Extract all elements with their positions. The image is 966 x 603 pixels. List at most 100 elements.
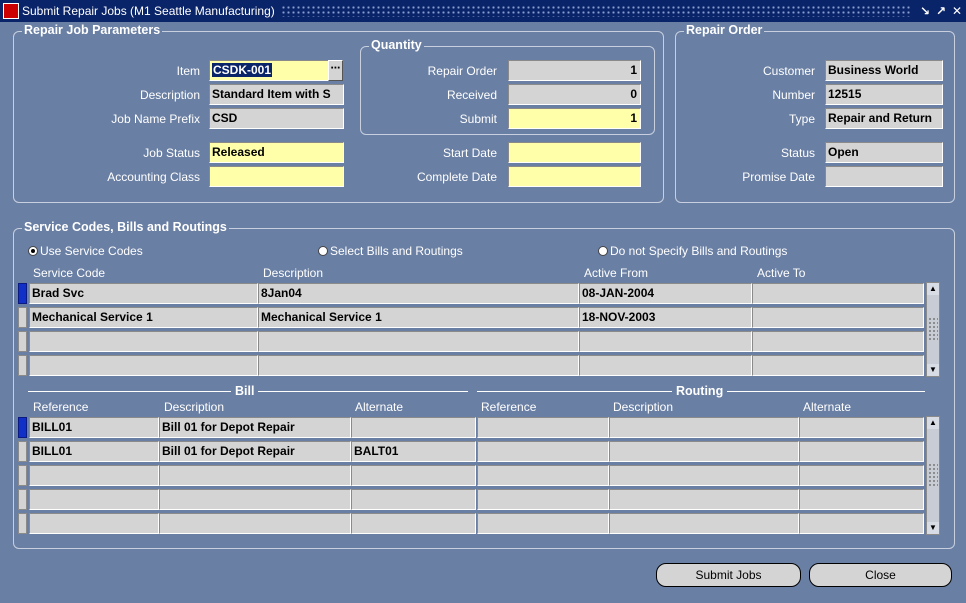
received-qty-field[interactable]: 0 (508, 84, 641, 105)
routing-alternate-cell[interactable] (799, 489, 924, 510)
bills-vertical-scrollbar[interactable]: ▲ ▼ (926, 416, 940, 535)
bill-reference-cell[interactable] (29, 513, 159, 534)
bill-description-cell[interactable] (159, 513, 351, 534)
scroll-thumb[interactable] (928, 463, 938, 487)
bill-alternate-cell[interactable] (351, 513, 476, 534)
bill-alternate-cell[interactable] (351, 489, 476, 510)
routing-alternate-cell[interactable] (799, 441, 924, 462)
radio-do-not-specify[interactable]: Do not Specify Bills and Routings (598, 244, 787, 258)
bill-reference-cell[interactable]: BILL01 (29, 417, 159, 438)
ro-status-field[interactable]: Open (825, 142, 943, 163)
active-from-cell[interactable]: 18-NOV-2003 (579, 307, 752, 328)
routing-description-cell[interactable] (609, 465, 799, 486)
scroll-up-icon[interactable]: ▲ (927, 417, 939, 429)
row-selector[interactable] (18, 465, 27, 486)
row-selector[interactable] (18, 513, 27, 534)
radio-select-bills[interactable]: Select Bills and Routings (318, 244, 463, 258)
routing-reference-cell[interactable] (477, 513, 609, 534)
service-vertical-scrollbar[interactable]: ▲ ▼ (926, 282, 940, 377)
radio-dot-icon (598, 246, 608, 256)
received-qty-label: Received (446, 88, 497, 102)
item-lov-button[interactable]: ⋯ (328, 60, 343, 81)
accounting-class-field[interactable] (209, 166, 344, 187)
bill-description-cell[interactable]: Bill 01 for Depot Repair (159, 441, 351, 462)
bill-description-cell[interactable]: Bill 01 for Depot Repair (159, 417, 351, 438)
minimize-icon[interactable]: ↘ (918, 4, 932, 18)
row-selector[interactable] (18, 417, 27, 438)
row-selector[interactable] (18, 307, 27, 328)
bill-alternate-cell[interactable]: BALT01 (351, 441, 476, 462)
bill-description-cell[interactable] (159, 465, 351, 486)
routing-reference-cell[interactable] (477, 465, 609, 486)
scroll-up-icon[interactable]: ▲ (927, 283, 939, 295)
job-status-field[interactable]: Released (209, 142, 344, 163)
oracle-app-icon (3, 3, 19, 19)
radio-use-label: Use Service Codes (40, 244, 143, 258)
bill-reference-cell[interactable] (29, 489, 159, 510)
item-value: CSDK-001 (212, 63, 273, 77)
submit-jobs-button[interactable]: Submit Jobs (656, 563, 801, 587)
service-code-cell[interactable]: Brad Svc (29, 283, 258, 304)
routing-reference-cell[interactable] (477, 417, 609, 438)
routing-reference-cell[interactable] (477, 441, 609, 462)
routing-alternate-cell[interactable] (799, 513, 924, 534)
scroll-thumb[interactable] (928, 317, 938, 341)
bill-alternate-cell[interactable] (351, 465, 476, 486)
row-selector[interactable] (18, 441, 27, 462)
complete-date-field[interactable] (508, 166, 641, 187)
routing-description-cell[interactable] (609, 513, 799, 534)
service-group-title: Service Codes, Bills and Routings (22, 220, 229, 234)
routing-alternate-cell[interactable] (799, 465, 924, 486)
submit-qty-label: Submit (459, 112, 497, 126)
active-to-cell[interactable] (752, 331, 924, 352)
row-selector[interactable] (18, 283, 27, 304)
service-code-cell[interactable]: Mechanical Service 1 (29, 307, 258, 328)
routing-reference-cell[interactable] (477, 489, 609, 510)
routing-description-cell[interactable] (609, 489, 799, 510)
type-field[interactable]: Repair and Return (825, 108, 943, 129)
job-name-prefix-label: Job Name Prefix (111, 112, 200, 126)
routing-description-cell[interactable] (609, 417, 799, 438)
maximize-icon[interactable]: ↗ (934, 4, 948, 18)
description-cell[interactable] (258, 331, 579, 352)
active-to-cell[interactable] (752, 307, 924, 328)
bill-reference-cell[interactable] (29, 465, 159, 486)
customer-field[interactable]: Business World (825, 60, 943, 81)
routing-description-cell[interactable] (609, 441, 799, 462)
row-selector[interactable] (18, 355, 27, 376)
repair-order-qty-field[interactable]: 1 (508, 60, 641, 81)
active-to-cell[interactable] (752, 355, 924, 376)
description-cell[interactable] (258, 355, 579, 376)
row-selector[interactable] (18, 331, 27, 352)
start-date-field[interactable] (508, 142, 641, 163)
scroll-down-icon[interactable]: ▼ (927, 522, 939, 534)
description-cell[interactable]: Mechanical Service 1 (258, 307, 579, 328)
service-code-cell[interactable] (29, 331, 258, 352)
radio-select-label: Select Bills and Routings (330, 244, 463, 258)
close-button[interactable]: Close (809, 563, 952, 587)
radio-use-service-codes[interactable]: Use Service Codes (28, 244, 143, 258)
number-field[interactable]: 12515 (825, 84, 943, 105)
promise-date-field[interactable] (825, 166, 943, 187)
active-from-cell[interactable] (579, 331, 752, 352)
active-from-cell[interactable]: 08-JAN-2004 (579, 283, 752, 304)
service-code-cell[interactable] (29, 355, 258, 376)
row-selector[interactable] (18, 489, 27, 510)
description-field[interactable]: Standard Item with S (209, 84, 344, 105)
active-from-cell[interactable] (579, 355, 752, 376)
description-cell[interactable]: 8Jan04 (258, 283, 579, 304)
submit-qty-field[interactable]: 1 (508, 108, 641, 129)
group-title: Repair Job Parameters (22, 23, 163, 37)
bill-reference-cell[interactable]: BILL01 (29, 441, 159, 462)
active-to-cell[interactable] (752, 283, 924, 304)
job-name-prefix-field[interactable]: CSD (209, 108, 344, 129)
item-field[interactable]: CSDK-001 (209, 60, 329, 81)
bill-description-cell[interactable] (159, 489, 351, 510)
description-label: Description (139, 88, 200, 102)
scroll-down-icon[interactable]: ▼ (927, 364, 939, 376)
routing-alternate-cell[interactable] (799, 417, 924, 438)
close-window-icon[interactable]: ✕ (950, 4, 964, 18)
titlebar-grip[interactable] (280, 5, 912, 17)
type-label: Type (788, 112, 815, 126)
bill-alternate-cell[interactable] (351, 417, 476, 438)
